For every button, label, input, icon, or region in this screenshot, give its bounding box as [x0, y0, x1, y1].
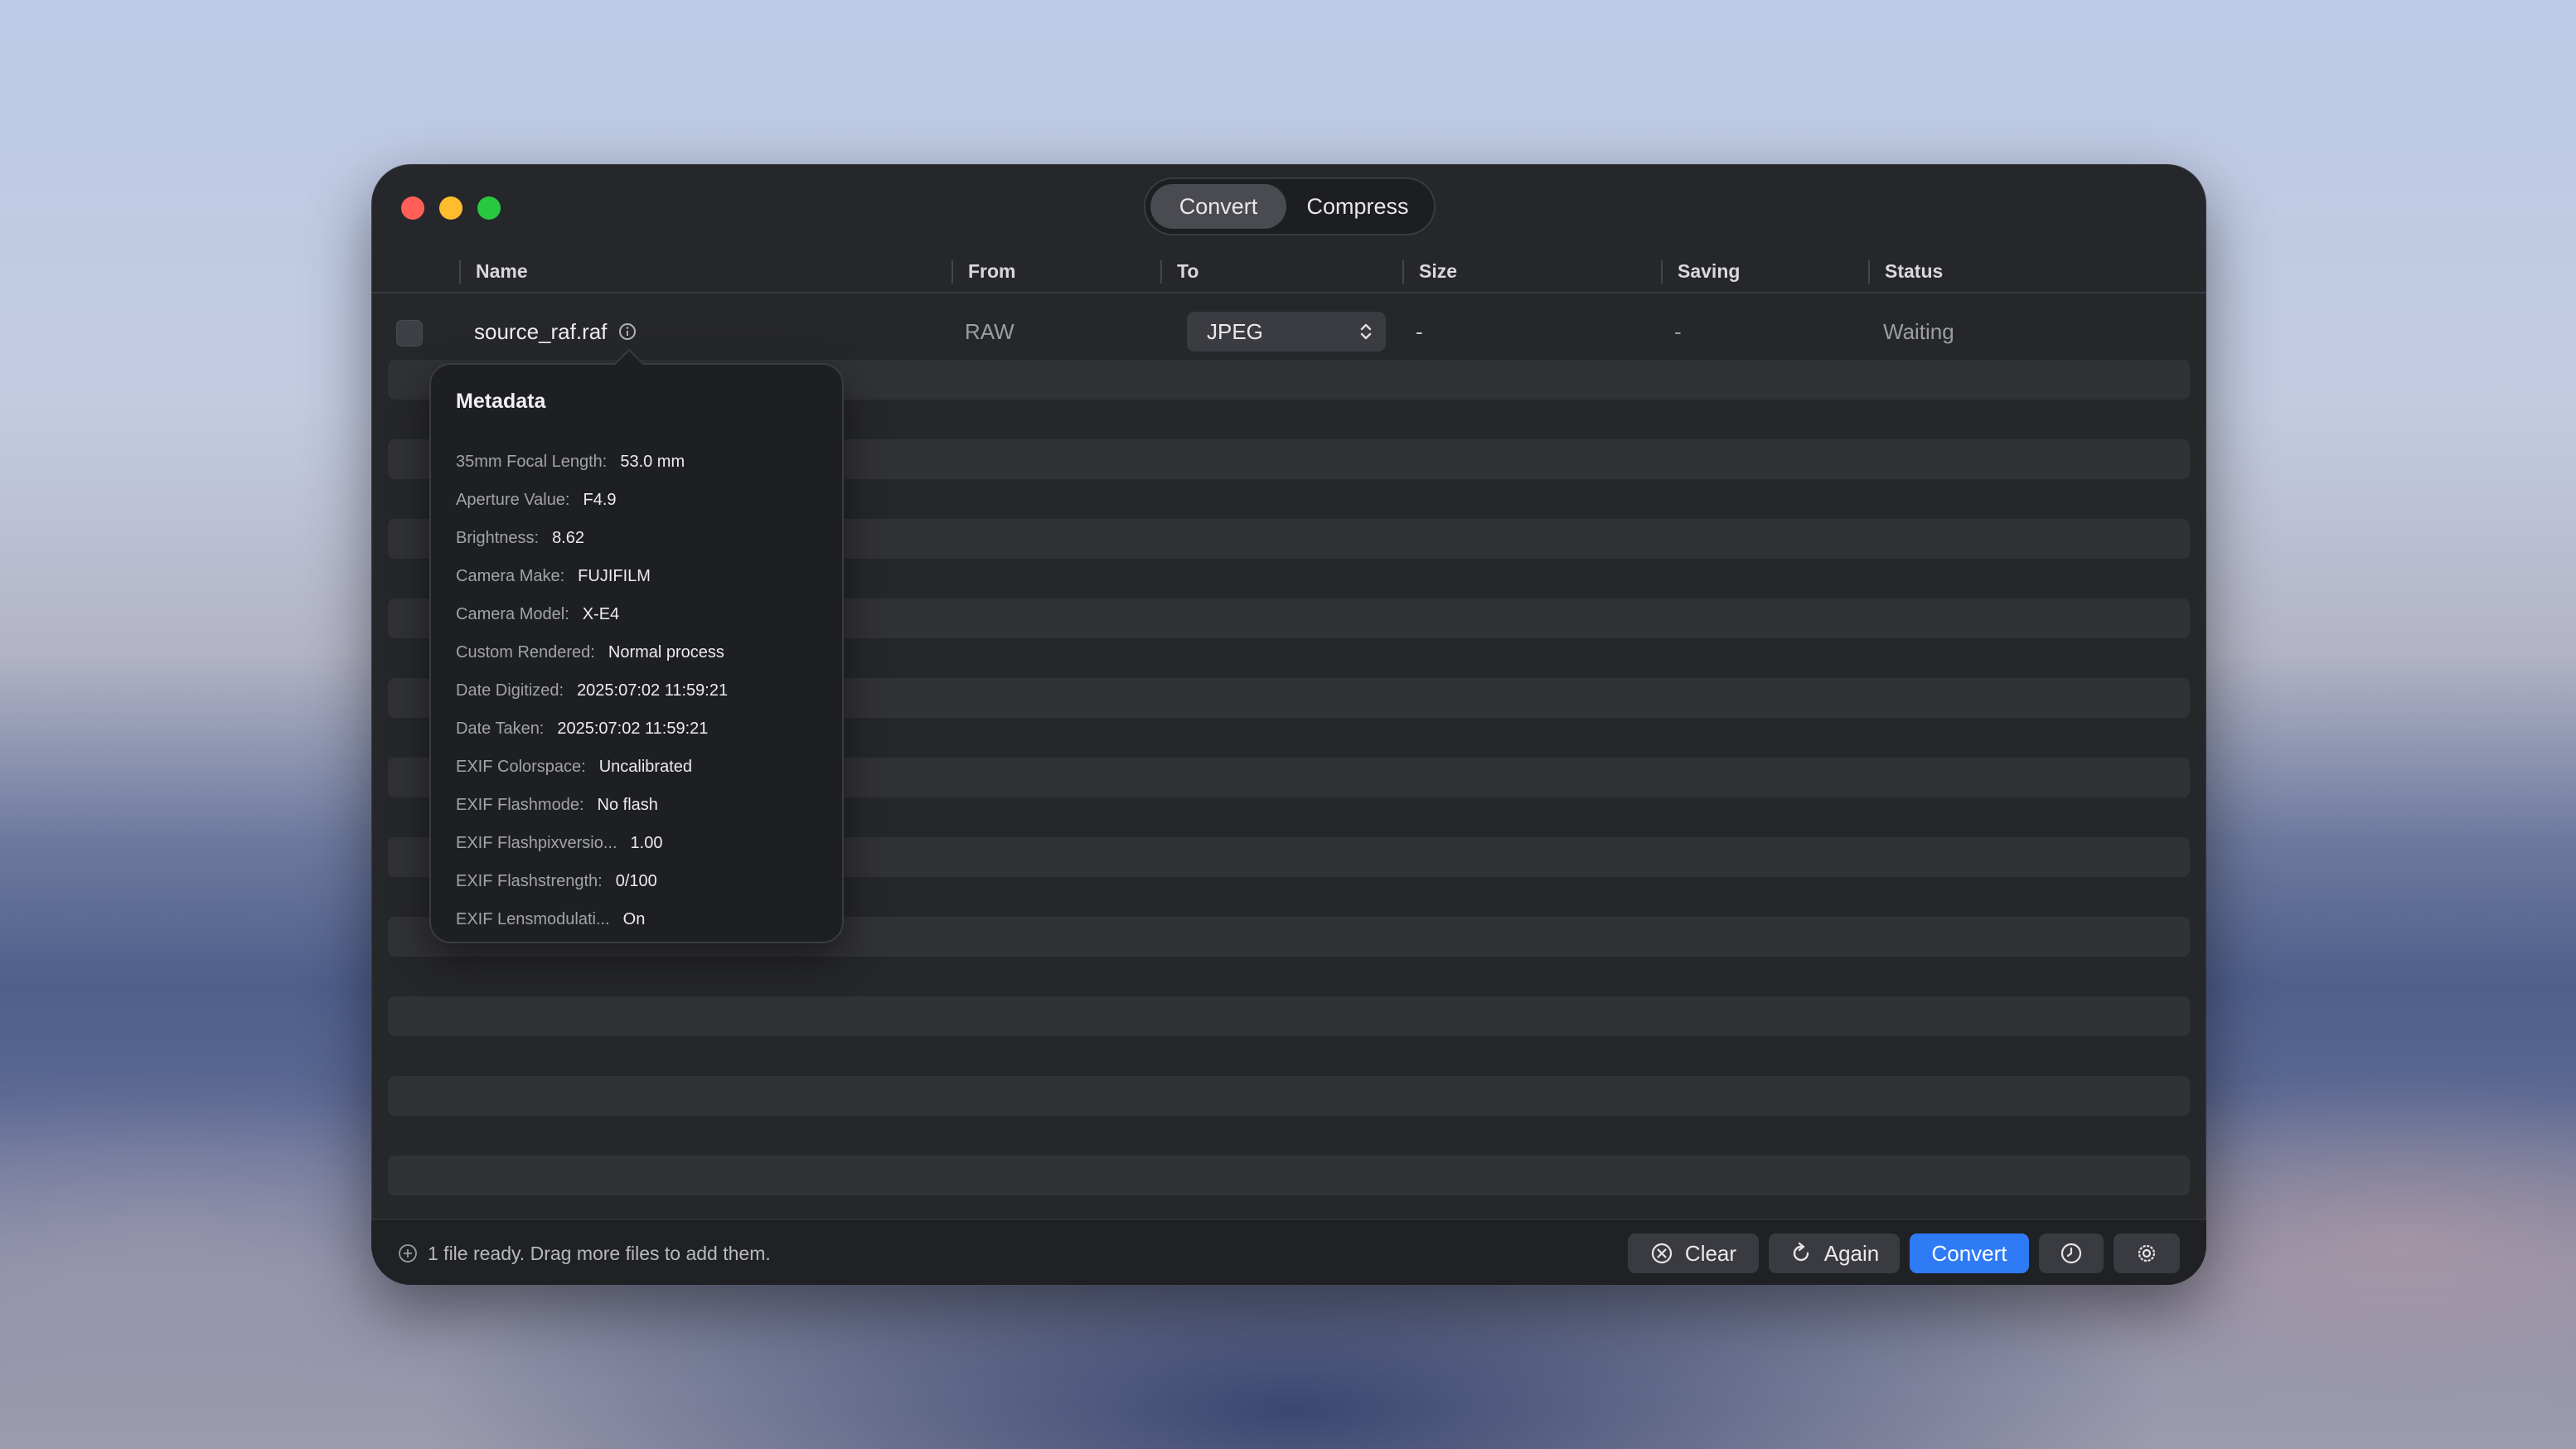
row-select-checkbox[interactable] — [396, 320, 423, 346]
empty-row — [388, 1076, 2190, 1116]
metadata-label: EXIF Colorspace: — [456, 757, 586, 776]
column-header-saving[interactable]: Saving — [1661, 250, 1740, 292]
metadata-row: EXIF Colorspace: Uncalibrated — [456, 748, 834, 786]
refresh-icon — [1793, 1242, 1809, 1262]
clock-icon — [2060, 1243, 2082, 1264]
metadata-value: F4.9 — [583, 490, 617, 509]
metadata-value: 53.0 mm — [620, 452, 685, 471]
metadata-row: Date Digitized: 2025:07:02 11:59:21 — [456, 671, 834, 710]
metadata-row: Camera Model: X-E4 — [456, 595, 834, 633]
file-name: source_raf.raf — [474, 318, 608, 344]
metadata-row: EXIF Flashpixversio... 1.00 — [456, 824, 834, 862]
convert-button-label: Convert — [1931, 1240, 2007, 1266]
metadata-value: Normal process — [608, 642, 724, 662]
metadata-label: EXIF Flashmode: — [456, 795, 584, 814]
minimize-window-button[interactable] — [439, 196, 462, 220]
zoom-window-button[interactable] — [477, 196, 501, 220]
metadata-value: 8.62 — [552, 528, 584, 547]
from-format: RAW — [965, 318, 1014, 344]
metadata-row: Camera Make: FUJIFILM — [456, 557, 834, 595]
metadata-row: EXIF Lensmodulati... On — [456, 900, 834, 938]
metadata-value: No flash — [597, 795, 658, 814]
metadata-label: EXIF Flashstrength: — [456, 871, 603, 890]
metadata-value: 2025:07:02 11:59:21 — [557, 719, 709, 738]
chevron-up-down-icon — [1360, 323, 1372, 340]
status-value: Waiting — [1883, 318, 1954, 344]
to-format-value: JPEG — [1207, 318, 1263, 344]
footer-status-text: 1 file ready. Drag more files to add the… — [428, 1242, 771, 1264]
clear-button[interactable]: Clear — [1628, 1233, 1759, 1273]
plus-circle-icon — [399, 1244, 417, 1262]
x-circle-icon — [1651, 1243, 1673, 1264]
metadata-popover: Metadata 35mm Focal Length: 53.0 mm Apert… — [429, 363, 844, 943]
again-button-label: Again — [1823, 1240, 1880, 1266]
metadata-label: Brightness: — [456, 528, 540, 547]
metadata-row: Aperture Value: F4.9 — [456, 481, 834, 519]
metadata-label: Camera Make: — [456, 566, 565, 585]
to-format-select[interactable]: JPEG — [1187, 312, 1386, 351]
table-header: Name From To Size Saving Status — [371, 250, 2206, 293]
metadata-value: 0/100 — [615, 871, 657, 890]
metadata-value: 1.00 — [630, 833, 663, 852]
size-value: - — [1416, 318, 1423, 344]
clear-button-label: Clear — [1684, 1240, 1737, 1266]
convert-button[interactable]: Convert — [1910, 1233, 2029, 1273]
footer-bar: 1 file ready. Drag more files to add the… — [371, 1219, 2206, 1285]
file-name-cell: source_raf.raf — [474, 315, 637, 348]
metadata-value: FUJIFILM — [578, 566, 651, 585]
metadata-label: Custom Rendered: — [456, 642, 595, 662]
metadata-value: On — [622, 909, 646, 928]
metadata-list[interactable]: 35mm Focal Length: 53.0 mm Aperture Value… — [456, 443, 834, 938]
metadata-label: Date Digitized: — [456, 681, 564, 700]
column-header-size[interactable]: Size — [1402, 250, 1457, 292]
metadata-value: Uncalibrated — [598, 757, 693, 776]
column-header-status[interactable]: Status — [1868, 250, 1943, 292]
again-button[interactable]: Again — [1769, 1233, 1900, 1273]
column-header-to[interactable]: To — [1160, 250, 1198, 292]
metadata-row: Custom Rendered: Normal process — [456, 633, 834, 671]
metadata-row: 35mm Focal Length: 53.0 mm — [456, 443, 834, 481]
metadata-title: Metadata — [456, 390, 546, 413]
mode-segmented-control: Convert Compress — [1144, 177, 1436, 235]
metadata-row: Date Taken: 2025:07:02 11:59:21 — [456, 710, 834, 748]
column-header-name[interactable]: Name — [459, 250, 528, 292]
close-window-button[interactable] — [401, 196, 424, 220]
empty-row — [388, 1156, 2190, 1195]
metadata-value: 2025:07:02 11:59:21 — [577, 681, 729, 700]
history-button[interactable] — [2039, 1233, 2104, 1273]
saving-value: - — [1674, 318, 1682, 344]
tab-compress[interactable]: Compress — [1286, 184, 1429, 229]
empty-row — [388, 996, 2190, 1036]
metadata-row: EXIF Flashmode: No flash — [456, 786, 834, 824]
metadata-value: X-E4 — [582, 604, 620, 623]
metadata-label: Camera Model: — [456, 604, 569, 623]
metadata-label: Aperture Value: — [456, 490, 570, 509]
column-header-from[interactable]: From — [951, 250, 1016, 292]
metadata-label: EXIF Lensmodulati... — [456, 909, 610, 928]
metadata-label: 35mm Focal Length: — [456, 452, 608, 471]
metadata-row: Brightness: 8.62 — [456, 519, 834, 557]
tab-convert[interactable]: Convert — [1150, 184, 1286, 229]
settings-button[interactable] — [2114, 1233, 2180, 1273]
gear-icon — [2138, 1244, 2156, 1262]
metadata-label: EXIF Flashpixversio... — [456, 833, 617, 852]
app-window: Convert Compress Name From To Size Savin… — [371, 164, 2206, 1285]
metadata-row: EXIF Flashstrength: 0/100 — [456, 862, 834, 900]
metadata-label: Date Taken: — [456, 719, 545, 738]
info-icon[interactable] — [618, 322, 637, 341]
